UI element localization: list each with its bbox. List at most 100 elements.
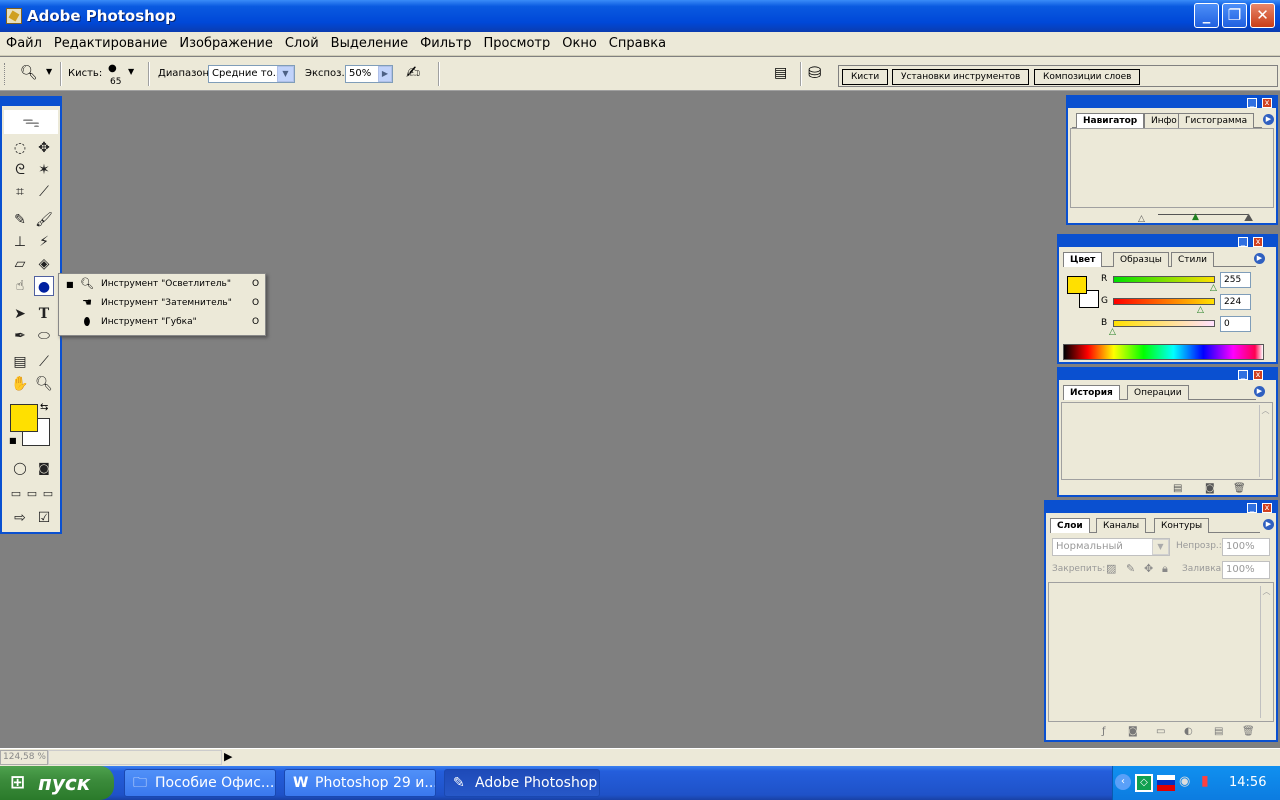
menu-window[interactable]: Окно — [556, 32, 603, 56]
flyout-item-dodge[interactable]: ■ 🔍︎ Инструмент "Осветлитель" O — [59, 275, 265, 294]
tab-swatches[interactable]: Образцы — [1113, 252, 1169, 267]
snapshot-icon[interactable]: ◙ — [1205, 483, 1215, 494]
clock[interactable]: 14:56 — [1229, 775, 1266, 790]
panel-menu-arrow-icon[interactable]: ▶ — [1254, 386, 1265, 397]
tab-history[interactable]: История — [1063, 385, 1120, 400]
tab-actions[interactable]: Операции — [1127, 385, 1189, 400]
tab-histogram[interactable]: Гистограмма — [1178, 113, 1255, 128]
zoom-out-icon[interactable]: △ — [1138, 214, 1145, 224]
b-slider[interactable] — [1113, 320, 1215, 327]
new-document-from-state-icon[interactable]: ▤ — [1173, 483, 1182, 494]
layers-scrollbar[interactable]: ︿ — [1260, 586, 1272, 718]
zoom-slider-thumb-icon[interactable]: ▲ — [1192, 212, 1199, 222]
r-value-field[interactable]: 255 — [1220, 272, 1251, 288]
zoom-tool-icon[interactable]: 🔍︎ — [34, 374, 54, 394]
start-button[interactable]: ⊞ пуск — [0, 766, 114, 800]
zoom-in-icon[interactable]: ⛰ — [1244, 211, 1253, 225]
g-value-field[interactable]: 224 — [1220, 294, 1251, 310]
menu-layer[interactable]: Слой — [279, 32, 325, 56]
marquee-tool-icon[interactable]: ◌ — [10, 138, 30, 158]
close-button[interactable]: ✕ — [1250, 3, 1275, 28]
feather-logo-icon[interactable]: ᯓ — [4, 110, 58, 134]
panel-close-icon[interactable]: x — [1262, 503, 1272, 513]
lock-transparency-icon[interactable]: ▨ — [1106, 562, 1116, 575]
power-icon[interactable]: ▮ — [1201, 773, 1209, 789]
paint-bucket-icon[interactable]: ◈ — [34, 254, 54, 274]
panel-close-icon[interactable]: x — [1253, 237, 1263, 247]
eyedropper-icon[interactable]: ⟋ — [34, 352, 54, 372]
menu-view[interactable]: Просмотр — [478, 32, 557, 56]
healing-brush-icon[interactable]: ✎ — [10, 210, 30, 230]
panel-close-icon[interactable]: x — [1253, 370, 1263, 380]
blend-mode-select[interactable]: Нормальный ▼ — [1052, 538, 1170, 556]
screen-mode-full-icon[interactable]: ▭ — [38, 484, 58, 504]
panel-menu-arrow-icon[interactable]: ▶ — [1263, 519, 1274, 530]
lock-pixels-icon[interactable]: ✎ — [1126, 562, 1135, 575]
flyout-item-burn[interactable]: ☚ Инструмент "Затемнитель" O — [59, 294, 265, 313]
delete-layer-icon[interactable]: 🗑︎ — [1242, 726, 1255, 737]
quick-mask-icon[interactable]: ◙ — [34, 458, 54, 478]
r-thumb-icon[interactable]: △ — [1210, 283, 1217, 293]
layer-style-icon[interactable]: ƒ — [1102, 726, 1106, 737]
b-thumb-icon[interactable]: △ — [1109, 327, 1116, 337]
jump-to-imageready-icon[interactable]: ⇨ — [10, 508, 30, 528]
panel-close-icon[interactable]: x — [1262, 98, 1272, 108]
tab-styles[interactable]: Стили — [1171, 252, 1214, 267]
default-colors-icon[interactable]: ■ — [9, 436, 17, 445]
brush-picker-chevron-icon[interactable]: ▼ — [128, 67, 134, 76]
grip-handle[interactable] — [4, 63, 8, 85]
lasso-tool-icon[interactable]: ᘓ — [10, 160, 30, 180]
panel-minimize-icon[interactable]: _ — [1238, 237, 1248, 247]
hand-tool-icon[interactable]: ✋ — [10, 374, 30, 394]
color-spectrum-ramp[interactable] — [1063, 344, 1264, 360]
panel-minimize-icon[interactable]: _ — [1238, 370, 1248, 380]
brush-tool-icon[interactable]: 🖌︎ — [34, 210, 54, 230]
file-browser-icon[interactable]: ▤ — [774, 65, 787, 81]
speaker-icon[interactable]: ◉ — [1179, 774, 1190, 789]
history-scrollbar[interactable]: ︿ — [1259, 405, 1271, 477]
menu-help[interactable]: Справка — [603, 32, 672, 56]
tab-paths[interactable]: Контуры — [1154, 518, 1210, 533]
well-tab-tool-presets[interactable]: Установки инструментов — [892, 69, 1030, 85]
tab-color[interactable]: Цвет — [1063, 252, 1103, 267]
russian-flag-icon[interactable] — [1157, 775, 1175, 791]
brush-dot-icon[interactable]: ● — [108, 63, 117, 74]
toolbox-header[interactable] — [2, 98, 60, 106]
taskbar-button-word[interactable]: W Photoshop 29 и... — [284, 769, 436, 797]
move-tool-icon[interactable]: ✥ — [34, 138, 54, 158]
notes-tool-icon[interactable]: ▤ — [10, 352, 30, 372]
zoom-level-field[interactable]: 124,58 % — [0, 750, 48, 765]
eraser-tool-icon[interactable]: ▱ — [10, 254, 30, 274]
range-select[interactable]: Средние то... ▼ — [208, 65, 295, 83]
blur-tool-icon[interactable]: ☝ — [10, 276, 30, 296]
panel-minimize-icon[interactable]: _ — [1247, 98, 1257, 108]
layer-mask-icon[interactable]: ◙ — [1128, 726, 1138, 737]
standard-mode-icon[interactable]: ◯ — [10, 458, 30, 478]
well-tab-brushes[interactable]: Кисти — [842, 69, 889, 85]
opacity-field[interactable]: 100% — [1222, 538, 1270, 556]
menu-file[interactable]: Файл — [0, 32, 48, 56]
magic-wand-icon[interactable]: ✶ — [34, 160, 54, 180]
type-tool-icon[interactable]: T — [34, 304, 54, 324]
menu-select[interactable]: Выделение — [325, 32, 414, 56]
lock-all-icon[interactable]: 🔒︎ — [1162, 562, 1168, 576]
exposure-field[interactable]: 50% ▶ — [345, 65, 393, 83]
crop-tool-icon[interactable]: ⌗ — [10, 182, 30, 202]
airbrush-icon[interactable]: ✍ — [406, 63, 420, 83]
history-brush-icon[interactable]: ⚡ — [34, 232, 54, 252]
ellipse-shape-icon[interactable]: ⬭ — [34, 326, 54, 346]
chevron-down-icon[interactable]: ▼ — [46, 67, 52, 76]
minimize-button[interactable]: _ — [1194, 3, 1219, 28]
new-group-icon[interactable]: ▭ — [1156, 726, 1165, 737]
menu-filter[interactable]: Фильтр — [414, 32, 477, 56]
zoom-slider[interactable] — [1158, 214, 1248, 215]
taskbar-button-folder[interactable]: 🗀 Пособие Офис... — [124, 769, 276, 797]
panel-header[interactable] — [1068, 97, 1276, 108]
color-fg-swatch[interactable] — [1067, 276, 1087, 294]
tab-navigator[interactable]: Навигатор — [1076, 113, 1145, 128]
panel-menu-arrow-icon[interactable]: ▶ — [1254, 253, 1265, 264]
panel-header[interactable] — [1046, 502, 1276, 513]
lock-position-icon[interactable]: ✥ — [1144, 562, 1153, 575]
well-tab-layer-comps[interactable]: Композиции слоев — [1034, 69, 1141, 85]
b-value-field[interactable]: 0 — [1220, 316, 1251, 332]
